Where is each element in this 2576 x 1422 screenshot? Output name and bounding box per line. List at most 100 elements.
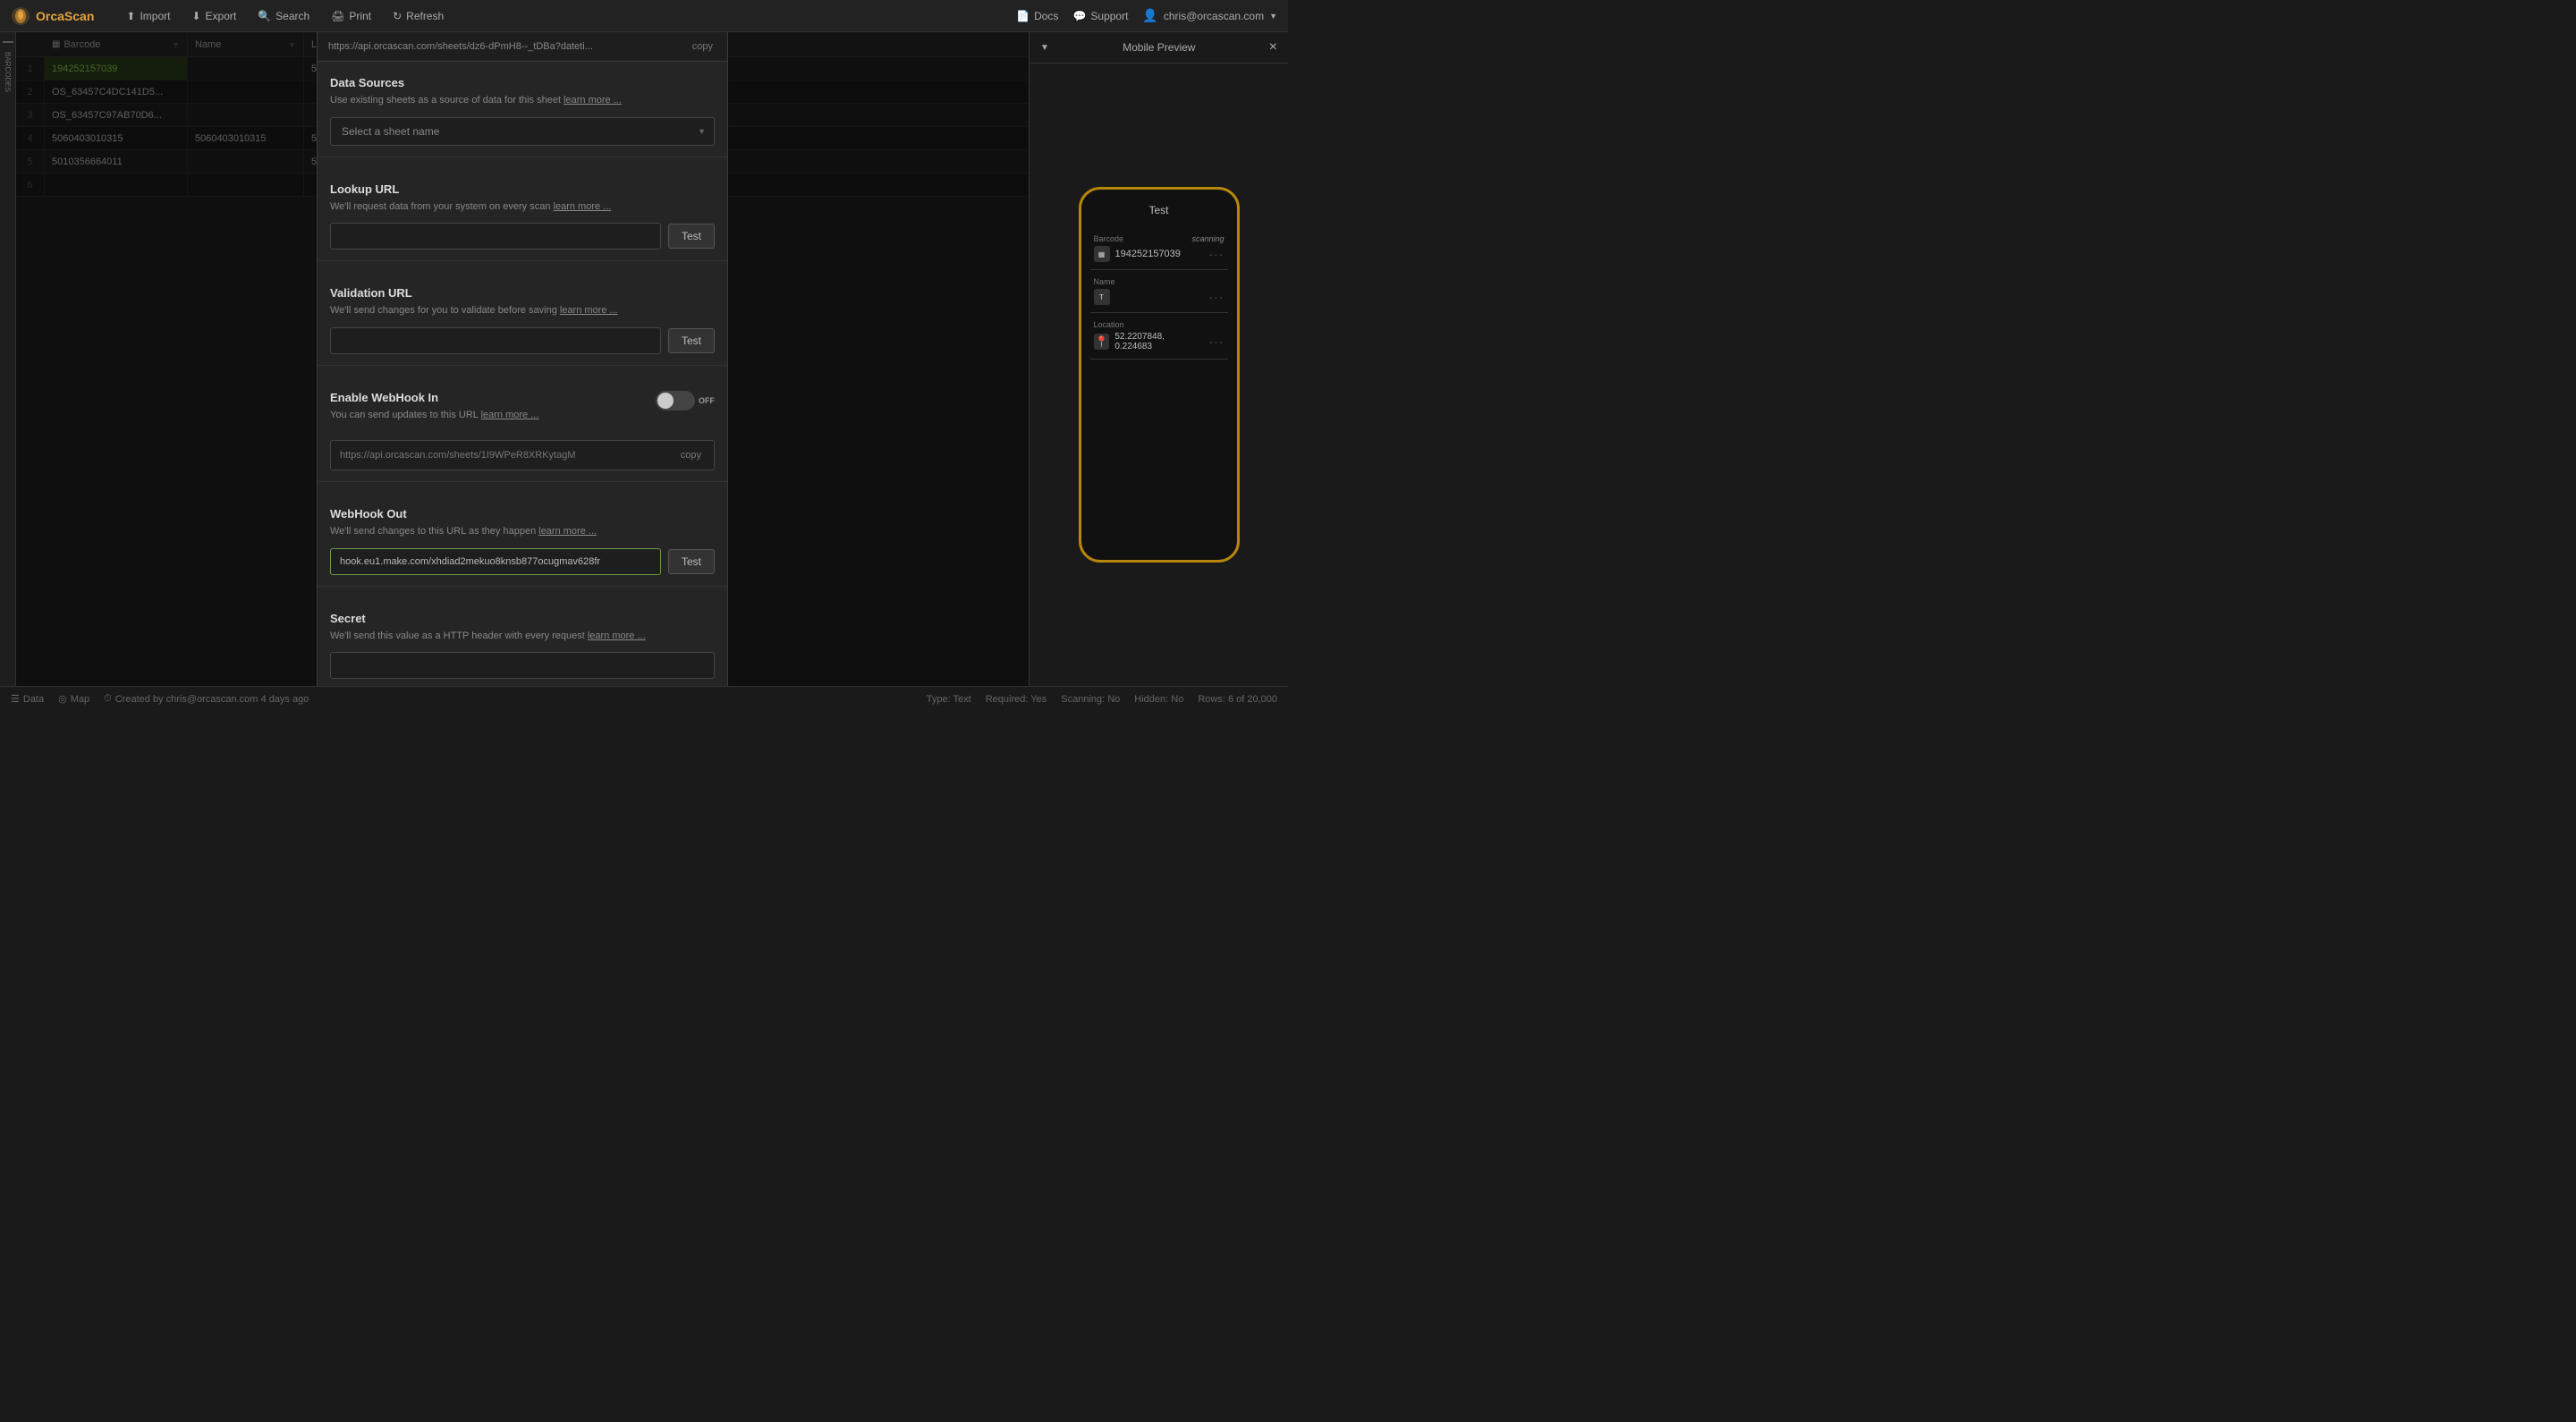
phone-sheet-name: Test (1090, 204, 1228, 216)
map-label: Map (71, 694, 89, 705)
user-email: chris@orcascan.com (1164, 10, 1264, 22)
webhook-in-toggle-label: OFF (699, 396, 715, 405)
webhook-out-learn-more[interactable]: learn more ... (538, 526, 597, 537)
print-icon: 🖨 (331, 10, 344, 22)
validation-url-test-button[interactable]: Test (668, 328, 715, 353)
webhook-in-url-text: https://api.orcascan.com/sheets/dz6-dPmH… (328, 41, 682, 52)
sidebar: BARCODES (0, 32, 16, 686)
validation-url-section: Validation URL We'll send changes for yo… (318, 272, 727, 354)
support-button[interactable]: 💬 Support (1072, 10, 1128, 22)
name-field-icon: T (1094, 289, 1110, 305)
secret-input[interactable] (330, 652, 715, 679)
statusbar-created: ⏱ Created by chris@orcascan.com 4 days a… (104, 693, 309, 705)
phone-location-label: Location (1094, 320, 1124, 329)
phone-barcode-label: Barcode (1094, 234, 1124, 243)
import-button[interactable]: ⬆ Import (115, 6, 181, 26)
copy-webhook-in-button[interactable]: copy (677, 448, 705, 462)
data-sources-section: Data Sources Use existing sheets as a so… (318, 62, 727, 146)
validation-url-title: Validation URL (330, 286, 715, 300)
sidebar-barcode-label: BARCODES (4, 52, 12, 92)
lookup-url-test-button[interactable]: Test (668, 224, 715, 249)
validation-url-learn-more[interactable]: learn more ... (560, 305, 618, 316)
location-field-icon: 📍 (1094, 334, 1110, 350)
support-icon: 💬 (1072, 10, 1086, 22)
export-label: Export (206, 10, 237, 22)
lookup-url-input[interactable] (330, 223, 661, 250)
webhook-in-learn-more[interactable]: learn more ... (481, 410, 539, 420)
phone-frame: Test Barcode scanning ▦ 194252157039 ··· (1079, 187, 1240, 563)
webhook-in-url-value: https://api.orcascan.com/sheets/1I9WPeR8… (340, 450, 670, 461)
topbar-right: 📄 Docs 💬 Support 👤 chris@orcascan.com ▼ (1016, 8, 1277, 23)
mobile-preview-title: Mobile Preview (1123, 41, 1195, 54)
mobile-preview-area: Test Barcode scanning ▦ 194252157039 ··· (1030, 63, 1288, 686)
name-field-dots: ··· (1209, 290, 1224, 304)
phone-field-location: Location 📍 52.2207848, 0.224683 ··· (1090, 313, 1228, 360)
chevron-down-icon: ▼ (1040, 43, 1049, 53)
import-icon: ⬆ (126, 10, 135, 22)
webhook-out-desc: We'll send changes to this URL as they h… (330, 524, 715, 539)
webhook-out-test-button[interactable]: Test (668, 549, 715, 574)
webhook-out-title: WebHook Out (330, 507, 715, 521)
lookup-url-title: Lookup URL (330, 182, 715, 196)
webhook-in-section: Enable WebHook In You can send updates t… (318, 377, 727, 471)
sheet-name-select[interactable]: Select a sheet name (330, 117, 715, 146)
lookup-url-section: Lookup URL We'll request data from your … (318, 168, 727, 250)
search-icon: 🔍 (258, 10, 271, 22)
phone-name-label: Name (1094, 277, 1115, 286)
webhook-in-url-bar: https://api.orcascan.com/sheets/dz6-dPmH… (318, 32, 727, 62)
barcode-field-dots: ··· (1209, 247, 1224, 261)
statusbar: ☰ Data ◎ Map ⏱ Created by chris@orcascan… (0, 686, 1288, 711)
secret-section: Secret We'll send this value as a HTTP h… (318, 597, 727, 680)
webhook-in-toggle-row: Enable WebHook In You can send updates t… (330, 391, 715, 432)
print-button[interactable]: 🖨 Print (320, 6, 382, 26)
statusbar-map[interactable]: ◎ Map (58, 693, 89, 705)
docs-icon: 📄 (1016, 10, 1030, 22)
phone-field-barcode: Barcode scanning ▦ 194252157039 ··· (1090, 227, 1228, 270)
copy-webhook-in-url-button[interactable]: copy (689, 39, 716, 54)
settings-modal: https://api.orcascan.com/sheets/dz6-dPmH… (317, 32, 728, 686)
export-icon: ⬇ (191, 10, 200, 22)
docs-button[interactable]: 📄 Docs (1016, 10, 1058, 22)
data-sources-learn-more[interactable]: learn more ... (564, 95, 622, 106)
lookup-url-input-group: Test (330, 223, 715, 250)
secret-learn-more[interactable]: learn more ... (588, 631, 646, 641)
user-info[interactable]: 👤 chris@orcascan.com ▼ (1142, 8, 1277, 23)
statusbar-data[interactable]: ☰ Data (11, 693, 44, 705)
hidden-label: Hidden: No (1134, 694, 1183, 705)
webhook-in-toggle-switch[interactable]: OFF (656, 391, 715, 411)
modal-footer: Save Cancel (318, 679, 727, 686)
validation-url-input-group: Test (330, 327, 715, 354)
phone-location-value: 52.2207848, 0.224683 (1114, 332, 1203, 351)
close-preview-button[interactable]: × (1269, 39, 1277, 55)
user-avatar: 👤 (1142, 8, 1157, 23)
docs-label: Docs (1034, 10, 1058, 22)
lookup-url-learn-more[interactable]: learn more ... (554, 201, 612, 212)
search-label: Search (275, 10, 309, 22)
sheet-name-select-wrapper: Select a sheet name (330, 117, 715, 146)
mobile-preview-header: ▼ Mobile Preview × (1030, 32, 1288, 63)
app-name: OrcaScan (36, 9, 94, 23)
webhook-out-input[interactable] (330, 548, 661, 575)
import-label: Import (140, 10, 170, 22)
search-button[interactable]: 🔍 Search (247, 6, 320, 26)
user-dropdown-icon: ▼ (1269, 12, 1277, 21)
map-icon: ◎ (58, 693, 67, 705)
webhook-in-title: Enable WebHook In (330, 391, 645, 404)
webhook-in-toggle-thumb (657, 393, 674, 409)
rows-label: Rows: 6 of 20,000 (1198, 694, 1277, 705)
refresh-button[interactable]: ↻ Refresh (382, 6, 454, 26)
data-icon: ☰ (11, 693, 20, 705)
main-area: BARCODES ▦ Barcode ▼ Name ▼ Location 1 1… (0, 32, 1288, 686)
table-area: ▦ Barcode ▼ Name ▼ Location 1 1942521570… (16, 32, 1029, 686)
export-button[interactable]: ⬇ Export (181, 6, 247, 26)
validation-url-input[interactable] (330, 327, 661, 354)
webhook-out-section: WebHook Out We'll send changes to this U… (318, 493, 727, 575)
phone-barcode-sublabel: scanning (1191, 234, 1224, 243)
statusbar-right: Type: Text Required: Yes Scanning: No Hi… (927, 694, 1277, 705)
print-label: Print (349, 10, 371, 22)
webhook-in-toggle-track[interactable] (656, 391, 695, 411)
right-panel: ▼ Mobile Preview × Test Barcode scanning… (1029, 32, 1288, 686)
required-label: Required: Yes (986, 694, 1047, 705)
secret-desc: We'll send this value as a HTTP header w… (330, 629, 715, 644)
type-label: Type: Text (927, 694, 971, 705)
